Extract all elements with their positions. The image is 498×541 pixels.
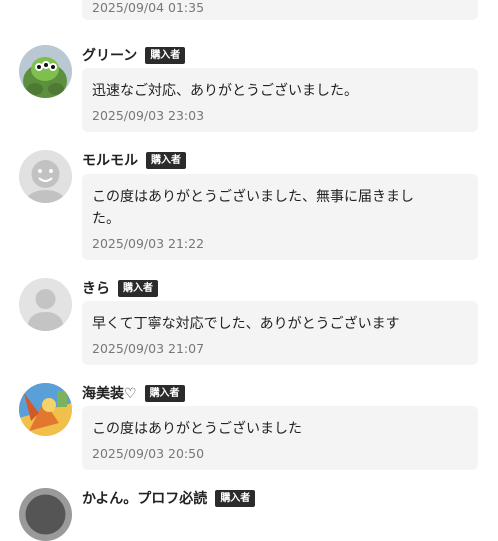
buyer-badge: 購入者 — [215, 489, 256, 507]
review-date: 2025/09/03 21:07 — [92, 341, 205, 356]
reviewer-name[interactable]: グリーン — [82, 45, 137, 65]
review-date: 2025/09/03 23:03 — [92, 108, 205, 123]
previous-review-date: 2025/09/04 01:35 — [92, 0, 205, 15]
review-comment: 迅速なご対応、ありがとうございました。 — [92, 83, 358, 99]
review-bubble: この度はありがとうございました 2025/09/03 20:50 — [82, 406, 478, 470]
review-bubble: 迅速なご対応、ありがとうございました。 2025/09/03 23:03 — [82, 68, 478, 132]
reviewer-name[interactable]: 海美装♡ — [82, 383, 137, 403]
buyer-badge: 購入者 — [118, 279, 158, 297]
review-bubble: 早くて丁寧な対応でした、ありがとうございます 2025/09/03 21:07 — [82, 301, 478, 365]
buyer-badge: 購入者 — [145, 46, 186, 64]
buyer-badge: 購入者 — [144, 384, 185, 402]
review-date: 2025/09/03 21:22 — [92, 236, 205, 251]
review-comment: 早くて丁寧な対応でした、ありがとうございます — [92, 316, 400, 332]
alien-toy-avatar[interactable] — [19, 45, 72, 98]
card-art-avatar[interactable] — [19, 383, 72, 436]
review-comment: この度はありがとうございました、無事に届きました。 — [92, 189, 414, 227]
review-comment: この度はありがとうございました — [92, 421, 302, 437]
smiley-face-avatar[interactable] — [19, 150, 72, 203]
reviewer-name[interactable]: きら — [82, 278, 110, 298]
photo-avatar[interactable] — [19, 488, 72, 541]
default-person-avatar[interactable] — [19, 278, 72, 331]
reviewer-name[interactable]: かよん。プロフ必読 — [82, 488, 207, 508]
review-bubble: この度はありがとうございました、無事に届きました。 2025/09/03 21:… — [82, 174, 478, 260]
review-date: 2025/09/03 20:50 — [92, 446, 205, 461]
buyer-badge: 購入者 — [146, 151, 186, 169]
reviewer-name[interactable]: モルモル — [82, 150, 138, 170]
